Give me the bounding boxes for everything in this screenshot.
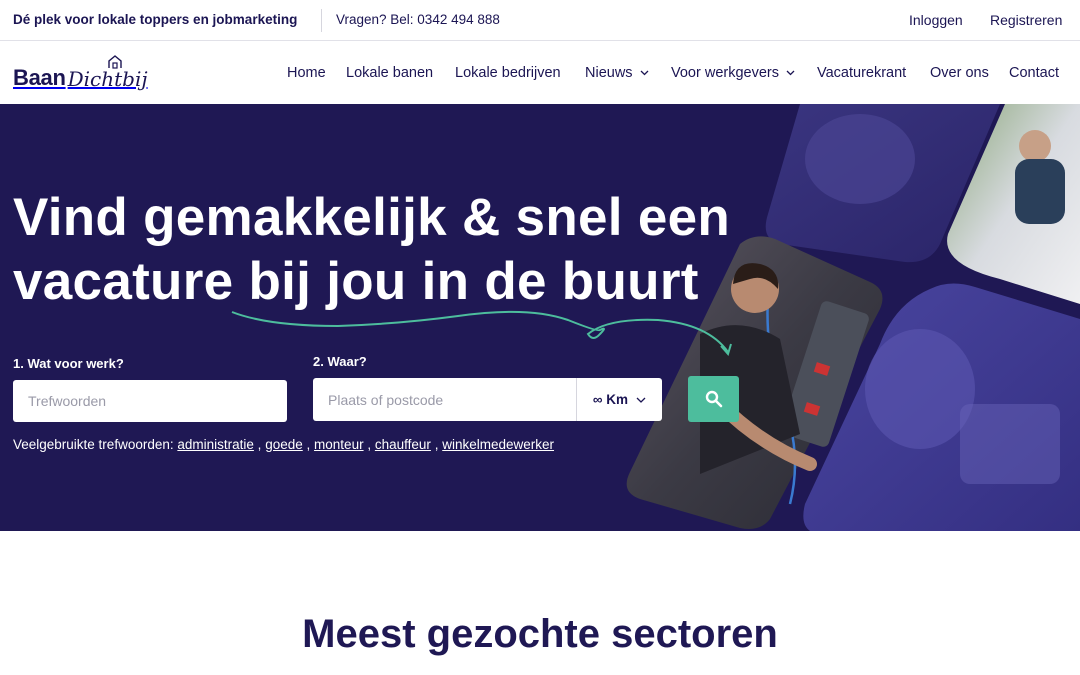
nav-menu: Home Lokale banen Lokale bedrijven Nieuw… <box>0 65 1080 85</box>
sectors-heading: Meest gezochte sectoren <box>302 612 778 656</box>
distance-value: ∞ Km <box>592 392 629 407</box>
nav-item-label: Nieuws <box>585 65 633 81</box>
main-navbar: Baan Dichtbij Home Lokale banen Lokale b… <box>0 41 1080 104</box>
popular-keywords-label: Veelgebruikte trefwoorden: <box>13 437 174 452</box>
photo-tile-right-shirt <box>1015 159 1065 224</box>
phone-info: Vragen? Bel: 0342 494 888 <box>336 12 500 27</box>
keyword-link[interactable]: goede <box>265 437 303 452</box>
nav-item-lokale-banen[interactable]: Lokale banen <box>346 65 433 81</box>
top-bar-divider <box>321 9 322 32</box>
keyword-separator: , <box>434 437 439 452</box>
top-bar: Dé plek voor lokale toppers en jobmarket… <box>0 0 1080 41</box>
search-button[interactable] <box>688 376 739 422</box>
login-link[interactable]: Inloggen <box>909 12 963 28</box>
keyword-link[interactable]: chauffeur <box>375 437 431 452</box>
keyword-link[interactable]: monteur <box>314 437 364 452</box>
nav-item-label: Contact <box>1009 65 1059 81</box>
what-label: 1. Wat voor werk? <box>13 356 124 371</box>
chevron-down-icon <box>636 397 646 403</box>
register-link[interactable]: Registreren <box>990 12 1062 28</box>
keyword-separator: , <box>257 437 262 452</box>
tagline: Dé plek voor lokale toppers en jobmarket… <box>13 12 298 27</box>
nav-item-lokale-bedrijven[interactable]: Lokale bedrijven <box>455 65 561 81</box>
hero-section: Vind gemakkelijk & snel een vacature bij… <box>0 104 1080 531</box>
keyword-link[interactable]: winkelmedewerker <box>442 437 554 452</box>
nav-item-over-ons[interactable]: Over ons <box>930 65 989 81</box>
photo-tile-bottom-figure <box>865 329 975 449</box>
hero-heading-line2: vacature bij jou in de buurt <box>13 252 699 311</box>
nav-item-label: Lokale bedrijven <box>455 65 561 81</box>
nav-item-voor-werkgevers[interactable]: Voor werkgevers <box>671 65 795 81</box>
photo-tile-right-head <box>1019 130 1051 162</box>
hero-heading-line1: Vind gemakkelijk & snel een <box>13 188 731 247</box>
nav-item-label: Home <box>287 65 326 81</box>
photo-tile-bottom-object <box>960 404 1060 484</box>
nav-item-home[interactable]: Home <box>287 65 326 81</box>
nav-item-label: Over ons <box>930 65 989 81</box>
keyword-link[interactable]: administratie <box>177 437 254 452</box>
search-icon <box>705 390 722 408</box>
keywords-input[interactable] <box>13 380 287 422</box>
popular-keywords: Veelgebruikte trefwoorden: administratie… <box>13 437 554 452</box>
where-label: 2. Waar? <box>313 354 367 369</box>
keyword-separator: , <box>367 437 372 452</box>
nav-item-nieuws[interactable]: Nieuws <box>585 65 649 81</box>
hero-heading: Vind gemakkelijk & snel een vacature bij… <box>13 186 730 314</box>
chevron-down-icon <box>786 70 795 76</box>
nav-item-label: Vacaturekrant <box>817 65 907 81</box>
distance-select[interactable]: ∞ Km <box>576 378 662 421</box>
nav-item-contact[interactable]: Contact <box>1009 65 1059 81</box>
nav-item-label: Lokale banen <box>346 65 434 81</box>
chevron-down-icon <box>640 70 649 76</box>
decorative-squiggle <box>231 310 732 357</box>
nav-item-vacaturekrant[interactable]: Vacaturekrant <box>817 65 906 81</box>
keyword-separator: , <box>306 437 311 452</box>
location-input[interactable] <box>313 378 577 421</box>
nav-item-label: Voor werkgevers <box>671 65 779 81</box>
photo-tile-top-figure <box>805 114 915 204</box>
